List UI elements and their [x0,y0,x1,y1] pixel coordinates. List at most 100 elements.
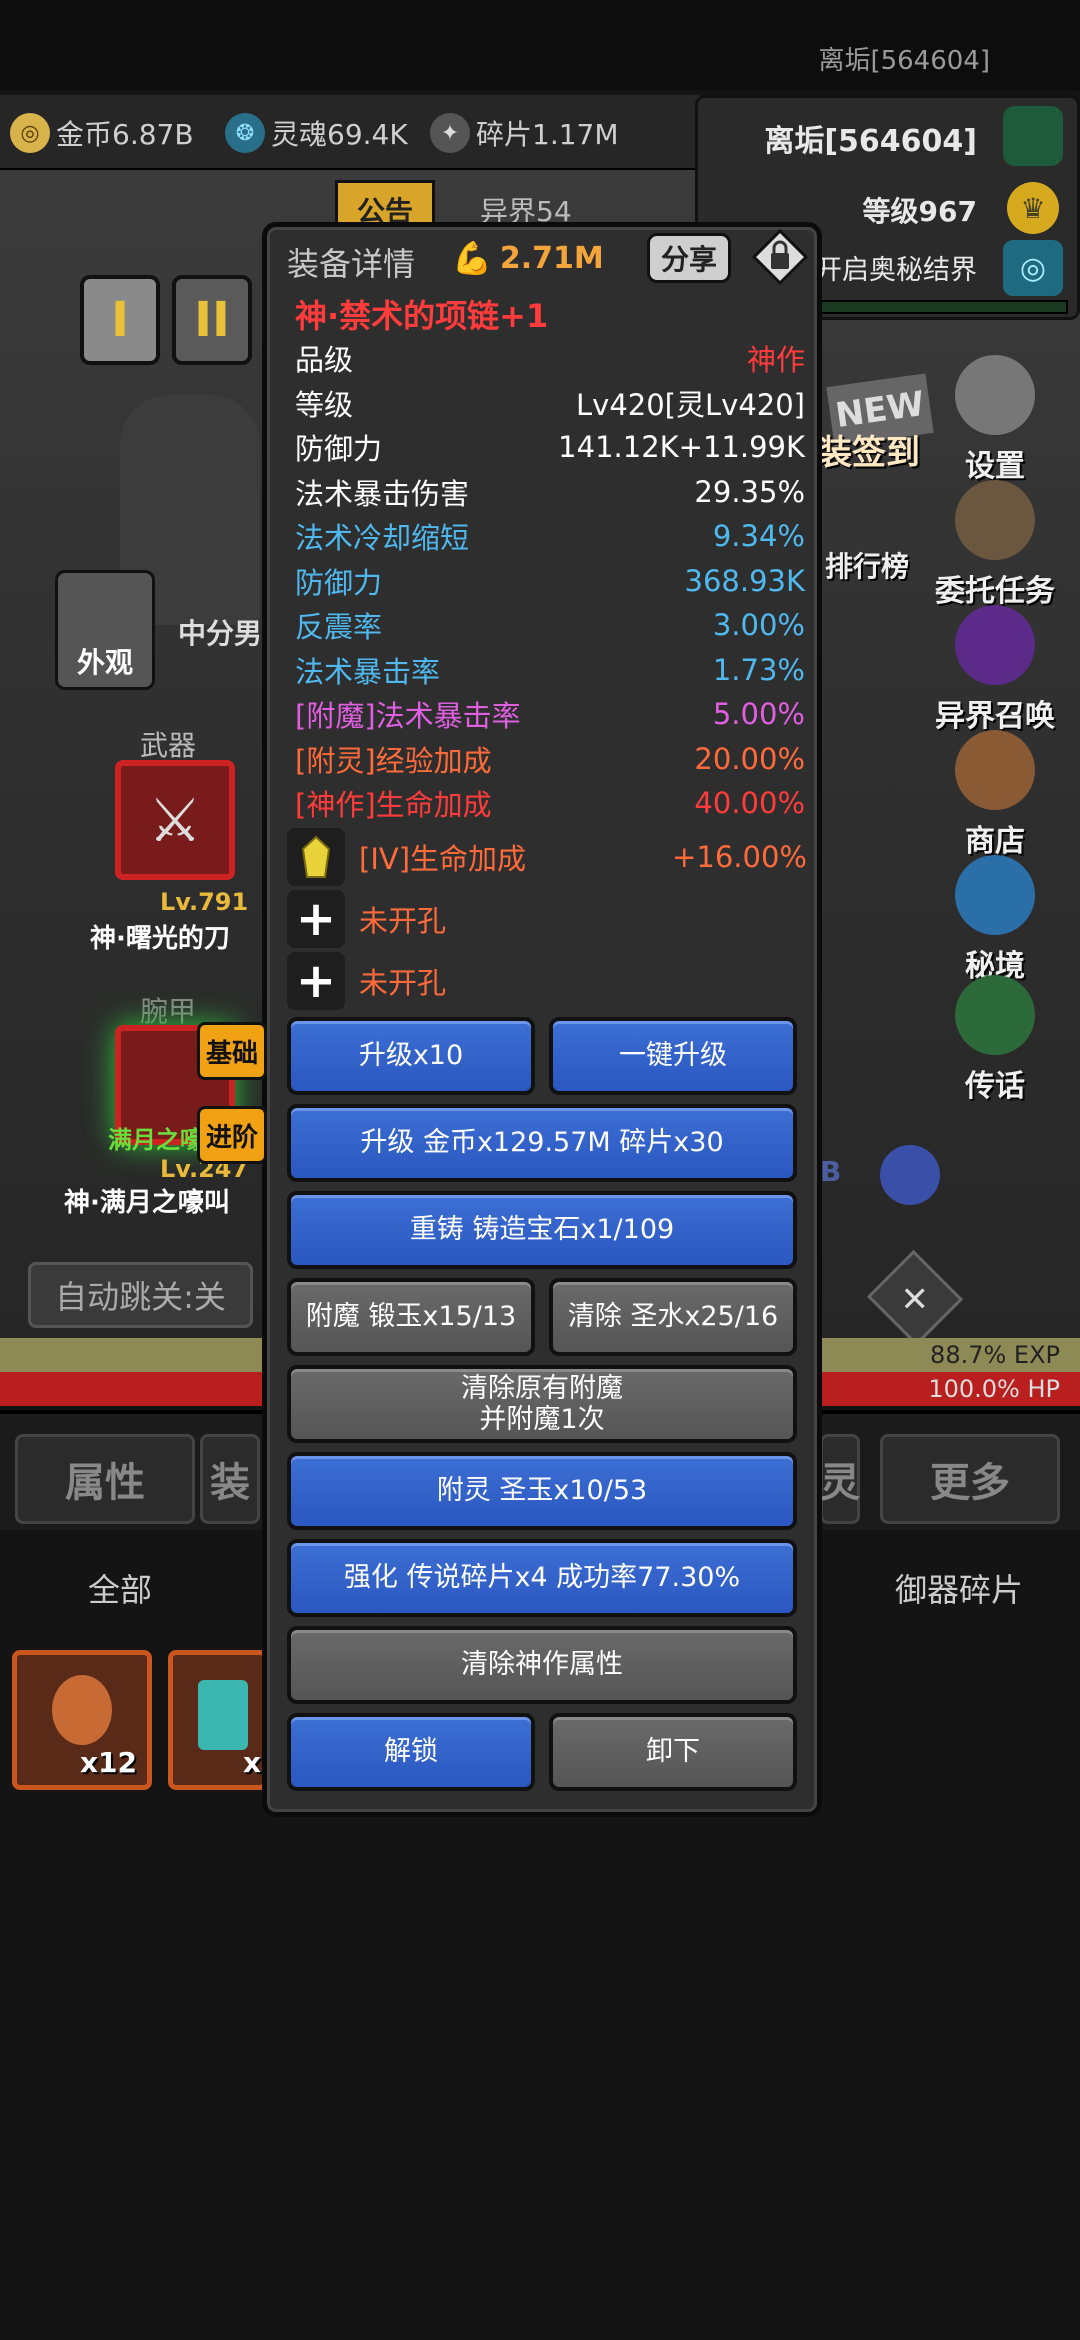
stat-value: 神作 [746,343,805,377]
stat-value: 20.00% [694,741,805,776]
appearance-button[interactable]: 外观 [55,570,155,690]
stat-row: 等级 Lv420[灵Lv420] [295,382,805,424]
stat-value: 5.00% [712,697,805,731]
gem-socket[interactable]: [IV]生命加成 +16.00% [287,827,807,887]
soul-resource: ❂ 灵魂69.4K [225,109,408,157]
horn-icon [955,975,1035,1055]
unequip-button[interactable]: 卸下 [549,1713,797,1791]
gear-icon [955,355,1035,435]
tab-more[interactable]: 更多 [880,1434,1060,1524]
auto-skip-toggle[interactable]: 自动跳关:关 [28,1262,253,1328]
empty-socket[interactable]: + 未开孔 [287,951,807,1011]
stat-label: 法术暴击率 [295,654,441,689]
clear-divine-button[interactable]: 清除神作属性 [287,1626,797,1704]
avatar[interactable] [1003,106,1063,166]
portal-icon [955,855,1035,935]
stat-row: 防御力 368.93K [295,560,805,602]
sign-in-label[interactable]: 装签到 [818,425,920,474]
message-label: 传话 [965,1069,1025,1104]
empty-socket[interactable]: + 未开孔 [287,889,807,949]
planet-icon[interactable] [880,1145,940,1205]
flex-arm-icon: 💪 [452,239,492,277]
summon-label: 异界召唤 [935,699,1055,734]
gold-coin-icon: ◎ [10,113,50,153]
settings-button[interactable]: 设置 [920,355,1070,485]
wrist-label: 腕甲 [140,995,197,1028]
upgrade-cost-button[interactable]: 升级 金币x129.57M 碎片x30 [287,1104,797,1182]
stat-value: 1.73% [712,652,805,687]
soul-icon: ❂ [225,113,265,153]
shop-button[interactable]: 商店 [920,730,1070,860]
spiral-icon[interactable]: ◎ [1003,240,1063,296]
tab-basic[interactable]: 基础 [197,1022,267,1080]
upgrade-x10-button[interactable]: 升级x10 [287,1017,535,1095]
stat-label: 等级 [295,387,354,422]
stat-value: 9.34% [712,519,805,553]
clear-and-enchant-button[interactable]: 清除原有附魔 并附魔1次 [287,1365,797,1443]
stat-row: 法术冷却缩短 9.34% [295,515,805,557]
player-level: 等级967 [862,195,977,228]
soul-amount: 灵魂69.4K [271,118,408,151]
weapon-level: Lv.791 [160,888,249,916]
enchant-button[interactable]: 附魔 锻玉x15/13 [287,1278,535,1356]
potion-icon [198,1680,248,1750]
stat-label: 防御力 [295,565,383,600]
stat-value: 141.12K+11.99K [558,430,805,464]
power-value: 2.71M [499,240,604,276]
stat-label: 法术冷却缩短 [295,521,470,555]
spirit-attach-button[interactable]: 附灵 圣玉x10/53 [287,1452,797,1530]
summon-button[interactable]: 异界召唤 [920,605,1070,735]
gem-stat-label: [IV]生命加成 [359,842,527,876]
gold-amount: 金币6.87B [56,118,194,151]
stat-value: 29.35% [694,474,805,509]
item-name: 神·禁术的项链+1 [295,297,549,335]
filter-all[interactable]: 全部 [88,1565,152,1611]
lock-icon[interactable] [751,228,809,286]
wrist-green-name: 满月之嚎 [108,1126,204,1154]
secret-realm-button[interactable]: 秘境 [920,855,1070,985]
player-name: 离垢[564604] [764,124,977,159]
resource-bar: ◎ 金币6.87B ❂ 灵魂69.4K ✦ 碎片1.17M [0,95,700,170]
wrist-name: 神·满月之嚎叫 [64,1188,230,1218]
stat-label: [附灵]经验加成 [295,743,492,778]
status-bar: 离垢[564604] [0,0,1080,90]
item-count: x [242,1746,261,1779]
unlock-button[interactable]: 解锁 [287,1713,535,1791]
socket-label: 未开孔 [359,966,447,1000]
tab-advanced[interactable]: 进阶 [197,1106,267,1164]
sword-icon: ⚔ [148,786,202,856]
message-button[interactable]: 传话 [920,975,1070,1105]
pouch-icon [52,1675,112,1745]
tab-attributes[interactable]: 属性 [15,1434,195,1524]
stat-row: 防御力 141.12K+11.99K [295,426,805,468]
strengthen-button[interactable]: 强化 传说碎片x4 成功率77.30% [287,1539,797,1617]
stat-row: [附魔]法术暴击率 5.00% [295,693,805,735]
stat-row: [神作]生命加成 40.00% [295,782,805,824]
filter-shards[interactable]: 御器碎片 [895,1565,1023,1611]
commission-button[interactable]: 委托任务 [920,480,1070,610]
stat-label: 法术暴击伤害 [295,476,470,511]
stat-value: 3.00% [712,608,805,642]
dialog-title: 装备详情 [287,245,416,283]
rank-label[interactable]: 排行榜 [825,545,909,585]
plus-icon: + [287,952,345,1010]
weapon-name: 神·曙光的刀 [90,924,230,954]
gem-stat-value: +16.00% [672,840,807,874]
share-button[interactable]: 分享 [647,233,731,283]
recast-button[interactable]: 重铸 铸造宝石x1/109 [287,1191,797,1269]
weapon-slot[interactable]: ⚔ [115,760,235,880]
clear-button[interactable]: 清除 圣水x25/16 [549,1278,797,1356]
tab-set-2[interactable]: II [172,275,252,365]
shard-icon: ✦ [430,113,470,153]
tab-set-1[interactable]: I [80,275,160,365]
one-click-upgrade-button[interactable]: 一键升级 [549,1017,797,1095]
tab-equipment[interactable]: 装 [200,1434,260,1524]
stat-label: 品级 [295,343,354,377]
scroll-icon [955,480,1035,560]
tab-spirit[interactable]: 灵 [820,1434,860,1524]
inventory-item[interactable]: x12 [12,1650,152,1790]
clear-enchant-line2: 并附魔1次 [479,1404,605,1435]
character-name: 中分男 [178,617,263,650]
inventory-item[interactable]: x [168,1650,268,1790]
shard-amount: 碎片1.17M [476,118,619,151]
